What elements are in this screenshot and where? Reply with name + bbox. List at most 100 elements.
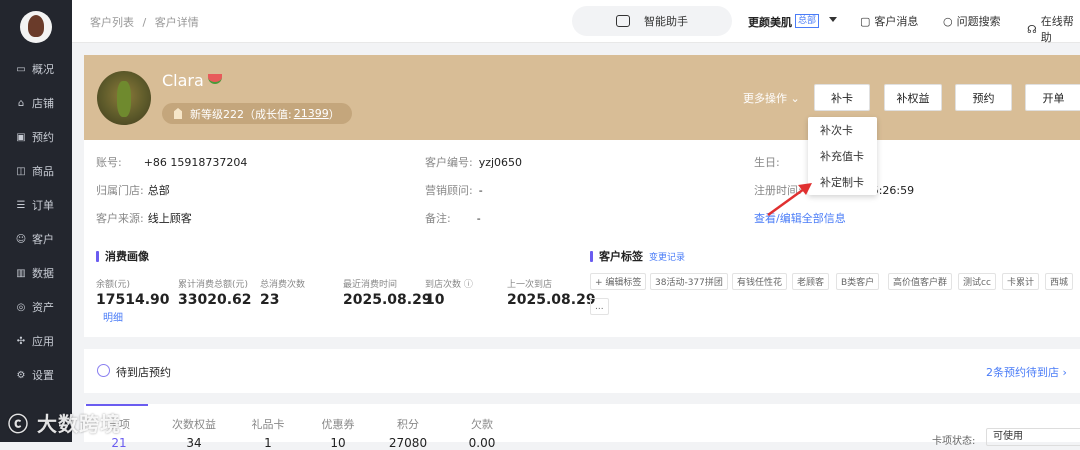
user-icon: ☺ (15, 233, 27, 245)
growth-value-link[interactable]: 21399 (294, 107, 329, 120)
asset-icon: ◎ (16, 301, 26, 313)
appointment-title: 待到店预约 (116, 366, 171, 379)
customer-profile-header: Clara 新等级222（成长值: 21399） 更多操作 ⌄ 补卡 补权益 预约… (84, 55, 1080, 140)
gear-icon: ⚙ (16, 369, 26, 381)
menu-item-supplement-stored-value-card[interactable]: 补充值卡 (808, 143, 877, 169)
apps-icon: ✣ (16, 335, 26, 347)
tab-coupons[interactable]: 优惠券 10 (318, 416, 358, 450)
menu-item-supplement-count-card[interactable]: 补次卡 (808, 117, 877, 143)
tag-item: 卡累计 (1002, 273, 1040, 290)
tab-count-benefits[interactable]: 次数权益 34 (170, 416, 218, 450)
tag-item: 测试cc (958, 273, 996, 290)
card-status-label: 卡项状态: (932, 436, 976, 447)
tag-item: 38活动-377拼团 (650, 273, 728, 290)
change-log-link[interactable]: 变更记录 (649, 250, 685, 263)
sidebar-item-store[interactable]: ⌂ 店铺 (0, 92, 72, 114)
stat-value-visits: 10 (425, 292, 445, 308)
remark-row: 备注: - (425, 212, 481, 225)
chevron-down-icon[interactable] (829, 17, 837, 22)
level-icon (174, 108, 182, 119)
sidebar-item-product[interactable]: ◫ 商品 (0, 160, 72, 182)
supplement-card-button[interactable]: 补卡 (814, 84, 870, 111)
create-order-button[interactable]: 开单 (1025, 84, 1080, 111)
sidebar-item-asset[interactable]: ◎ 资产 (0, 296, 72, 318)
level-badge: 新等级222（成长值: 21399） (162, 103, 352, 124)
tab-debt[interactable]: 欠款 0.00 (462, 416, 502, 450)
source-row: 客户来源: 线上顾客 (96, 212, 192, 225)
smart-assistant-button[interactable]: 智能助手 (572, 6, 732, 36)
avatar (97, 71, 151, 125)
brand-logo[interactable] (20, 11, 52, 43)
card-status-select[interactable]: 可使用 (986, 428, 1080, 446)
consumption-section-title: 消费画像 (96, 248, 149, 264)
register-value: 5:26:59 (871, 184, 915, 197)
supplement-benefit-button[interactable]: 补权益 (884, 84, 942, 111)
stat-label-visits: 到店次数 ⓘ (425, 280, 473, 290)
product-icon: ◫ (16, 165, 26, 177)
store-row: 归属门店: 总部 (96, 184, 170, 197)
question-search-button[interactable]: ○ 问题搜索 (943, 13, 1001, 29)
assistant-icon (616, 15, 630, 27)
stat-value-total-count: 23 (260, 292, 280, 308)
source-value: 线上顾客 (147, 212, 192, 225)
customer-name: Clara (162, 71, 204, 90)
store-value: 总部 (147, 184, 170, 197)
brand-tag: 总部 (795, 14, 820, 28)
tags-more-button[interactable]: ... (590, 298, 609, 315)
sidebar-item-overview[interactable]: ▭ 概况 (0, 58, 72, 80)
online-help-button[interactable]: ☊ 在线帮助 (1027, 13, 1080, 45)
pending-appointments-link[interactable]: 2条预约待到店 › (986, 364, 1067, 380)
tab-points[interactable]: 积分 27080 (386, 416, 430, 450)
breadcrumb-separator: / (142, 16, 147, 29)
tab-gift-cards[interactable]: 礼品卡 1 (248, 416, 288, 450)
customer-no-value: yzj0650 (478, 156, 523, 169)
monitor-icon: ▭ (16, 63, 26, 75)
tag-item: 高价值客户群 (888, 273, 953, 290)
tag-item: 老顾客 (792, 273, 830, 290)
stat-label-total-count: 总消费次数 (260, 280, 306, 290)
breadcrumb-customer-detail: 客户详情 (154, 16, 199, 29)
chart-icon: ▥ (16, 267, 26, 279)
sidebar-item-data[interactable]: ▥ 数据 (0, 262, 72, 284)
customer-no-row: 客户编号: yzj0650 (425, 156, 523, 169)
active-tab-indicator (86, 404, 148, 406)
balance-detail-link[interactable]: 明细 (103, 309, 123, 324)
sidebar-item-order[interactable]: ☰ 订单 (0, 194, 72, 216)
more-actions-dropdown[interactable]: 更多操作 ⌄ (743, 90, 800, 106)
sidebar-item-customer[interactable]: ☺ 客户 (0, 228, 72, 250)
appointment-button[interactable]: 预约 (955, 84, 1012, 111)
top-bar: 客户列表 / 客户详情 智能助手 更颜美肌 总部 ▢ 客户消息 ○ 问题搜索 ☊ 在线… (72, 0, 1080, 45)
account-row: 账号: +86 15918737204 (96, 156, 248, 169)
customer-messages-button[interactable]: ▢ 客户消息 (860, 13, 918, 29)
account-value: +86 15918737204 (143, 156, 248, 169)
watermark: ⓒ 大数跨境 (8, 412, 121, 436)
headset-icon: ☊ (1027, 22, 1037, 36)
consultant-row: 营销顾问: - (425, 184, 483, 197)
tag-item: 西城 (1045, 273, 1074, 290)
stat-label-last-visit: 上一次到店 (507, 280, 553, 290)
clock-icon (97, 364, 110, 377)
store-icon: ⌂ (17, 97, 25, 109)
stat-label-balance: 余额(元) (96, 280, 131, 290)
sidebar-item-appointment[interactable]: ▣ 预约 (0, 126, 72, 148)
remark-value: - (476, 212, 481, 225)
breadcrumb-customer-list[interactable]: 客户列表 (90, 16, 134, 29)
stat-value-total-spend: 33020.62 (178, 292, 252, 308)
customer-info-card: 账号: +86 15918737204 客户编号: yzj0650 生日: 归属门店… (84, 140, 1080, 337)
tag-item: B类客户 (836, 273, 880, 290)
birthday-row: 生日: (754, 156, 780, 169)
stat-value-last-visit: 2025.08.29 (507, 292, 596, 308)
sidebar: ▭ 概况 ⌂ 店铺 ▣ 预约 ◫ 商品 ☰ 订单 ☺ 客户 ▥ 数据 ◎ 资产 ✣ 应用 ⚙ 设置 (0, 0, 72, 442)
calendar-icon: ▣ (16, 131, 26, 143)
pending-appointment-bar: 待到店预约 2条预约待到店 › (84, 349, 1080, 393)
consultant-value: - (478, 184, 483, 197)
asset-tabs: 卡项 21 次数权益 34 礼品卡 1 优惠券 10 积分 27080 欠款 0.00 卡项… (84, 404, 1080, 450)
edit-tags-button[interactable]: + 编辑标签 (590, 273, 647, 290)
sidebar-item-apps[interactable]: ✣ 应用 (0, 330, 72, 352)
breadcrumb: 客户列表 / 客户详情 (90, 14, 199, 30)
sidebar-item-settings[interactable]: ⚙ 设置 (0, 364, 72, 386)
info-circle-icon[interactable]: ⓘ (464, 280, 473, 290)
brand-name[interactable]: 更颜美肌 (748, 14, 792, 30)
stat-label-last-spend: 最近消费时间 (343, 280, 398, 290)
stat-value-last-spend: 2025.08.29 (343, 292, 432, 308)
